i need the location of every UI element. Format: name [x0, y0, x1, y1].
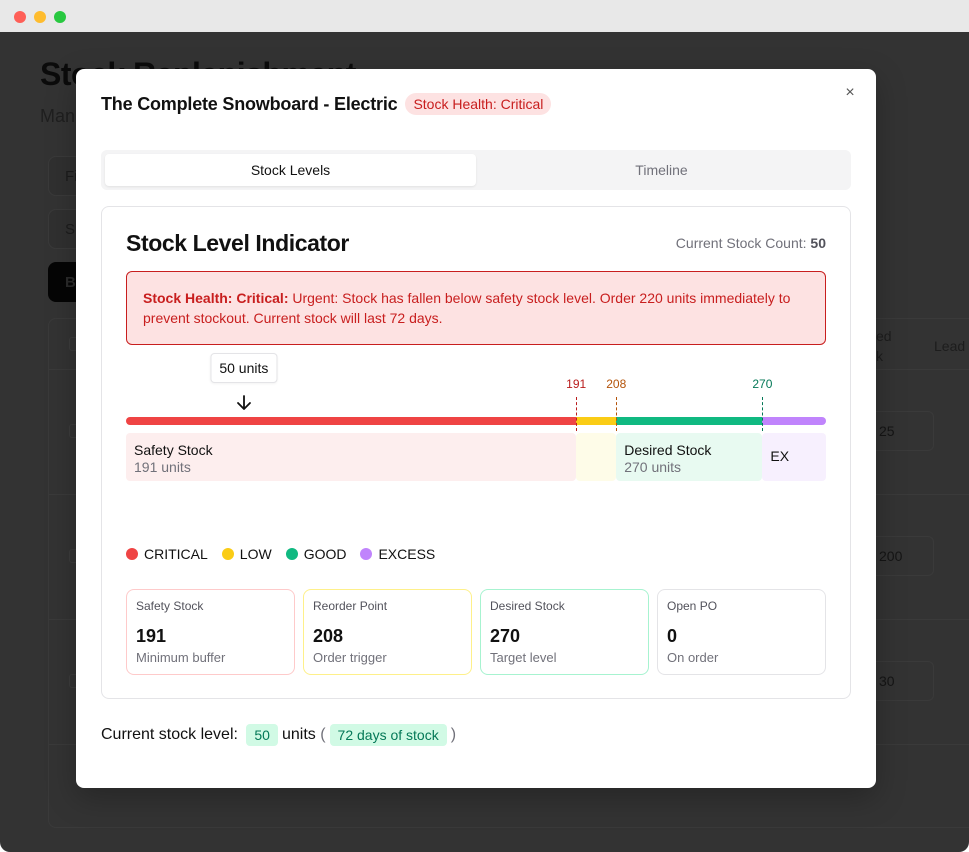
stock-health-alert: Stock Health: Critical: Urgent: Stock ha…	[126, 271, 826, 345]
legend-dot-icon	[360, 548, 373, 560]
close-button[interactable]: ×	[842, 85, 858, 101]
stock-details-modal: The Complete Snowboard - Electric Stock …	[76, 69, 876, 788]
metric-card: Reorder Point 208 Order trigger	[303, 589, 472, 675]
legend-item: GOOD	[285, 546, 347, 562]
metric-label: Safety Stock	[136, 599, 204, 613]
stock-level-card: Stock Level Indicator Current Stock Coun…	[101, 206, 851, 699]
legend-dot-icon	[285, 548, 298, 560]
metric-desc: Minimum buffer	[136, 650, 226, 665]
stock-summary: Current stock level: 50 units ( 72 days …	[101, 724, 456, 746]
legend-label: GOOD	[303, 546, 347, 562]
metric-label: Open PO	[667, 599, 718, 613]
metric-value: 270	[490, 626, 521, 646]
bar-segment-low	[576, 417, 617, 425]
card-title: Stock Level Indicator	[126, 230, 349, 256]
threshold-label: 191	[566, 377, 587, 391]
threshold-line	[762, 397, 764, 431]
legend-label: EXCESS	[378, 546, 436, 562]
open-paren: (	[320, 726, 326, 743]
metric-label: Desired Stock	[490, 599, 565, 613]
tab-list: Stock Levels Timeline	[101, 150, 851, 190]
summary-units-text: units	[281, 726, 316, 743]
bar-segment-critical	[126, 417, 577, 425]
metric-card: Open PO 0 On order	[657, 589, 826, 675]
threshold-line	[616, 397, 618, 431]
zone-units: 191 units	[134, 459, 191, 475]
bar-segment-good	[616, 417, 763, 425]
threshold-label: 270	[752, 377, 773, 391]
threshold-label: 208	[606, 377, 627, 391]
metric-desc: Target level	[490, 650, 557, 665]
tab-stock-levels[interactable]: Stock Levels	[105, 154, 476, 186]
close-icon: ×	[845, 84, 855, 101]
stock-zone: EX	[762, 433, 826, 481]
summary-label: Current stock level:	[101, 726, 238, 743]
bar-segment-excess	[762, 417, 826, 425]
stock-count-value: 50	[810, 235, 826, 251]
zone-name: EX	[770, 448, 790, 464]
status-badge: Stock Health: Critical	[405, 93, 552, 115]
legend-dot-icon	[221, 548, 234, 560]
window-minimize-button[interactable]	[34, 11, 46, 23]
table-header-lead: Lead	[934, 338, 966, 354]
window-titlebar	[0, 0, 969, 32]
stock-count-label: Current Stock Count:	[675, 235, 807, 251]
zone-name: Desired Stock	[624, 442, 712, 458]
page-subtitle: Man	[40, 106, 76, 126]
stock-level-bar	[126, 417, 826, 425]
metric-cards: Safety Stock 191 Minimum buffer Reorder Poi…	[126, 589, 826, 675]
metric-card: Safety Stock 191 Minimum buffer	[126, 589, 295, 675]
table-header-desired-stock: ed k	[876, 328, 892, 364]
metric-label: Reorder Point	[313, 599, 388, 613]
stock-level-indicator: 50 units Safety Stock 191 units Desired St…	[126, 347, 826, 487]
tab-timeline[interactable]: Timeline	[476, 154, 847, 186]
close-paren: )	[450, 726, 457, 743]
days-of-stock-pill: 72 days of stock	[329, 724, 447, 746]
current-stock-marker: 50 units	[210, 353, 278, 383]
legend-item: LOW	[221, 546, 272, 562]
metric-value: 208	[313, 626, 344, 646]
current-stock-count: Current Stock Count: 50	[676, 235, 826, 251]
legend-label: CRITICAL	[144, 546, 208, 562]
legend-item: EXCESS	[360, 546, 435, 562]
arrow-down-icon	[236, 395, 251, 410]
metric-value: 0	[667, 626, 678, 646]
metric-desc: On order	[667, 650, 719, 665]
zone-name: Safety Stock	[134, 442, 213, 458]
modal-title: The Complete Snowboard - Electric	[101, 93, 398, 114]
stock-zone	[576, 433, 617, 481]
legend-item: CRITICAL	[126, 546, 208, 562]
stock-zone: Desired Stock 270 units	[616, 433, 763, 481]
legend-dot-icon	[126, 548, 138, 560]
metric-value: 191	[136, 626, 167, 646]
stock-zone: Safety Stock 191 units	[126, 433, 577, 481]
alert-title: Stock Health: Critical:	[143, 290, 289, 306]
window-maximize-button[interactable]	[54, 11, 66, 23]
threshold-line	[576, 397, 578, 431]
legend: CRITICAL LOW GOOD EXCESS	[126, 546, 435, 562]
current-units-pill: 50	[246, 724, 278, 746]
zone-units: 270 units	[624, 459, 682, 475]
modal-header: The Complete Snowboard - Electric Stock …	[101, 93, 552, 115]
window-close-button[interactable]	[14, 11, 26, 23]
metric-card: Desired Stock 270 Target level	[480, 589, 649, 675]
metric-desc: Order trigger	[313, 650, 387, 665]
legend-label: LOW	[239, 546, 272, 562]
